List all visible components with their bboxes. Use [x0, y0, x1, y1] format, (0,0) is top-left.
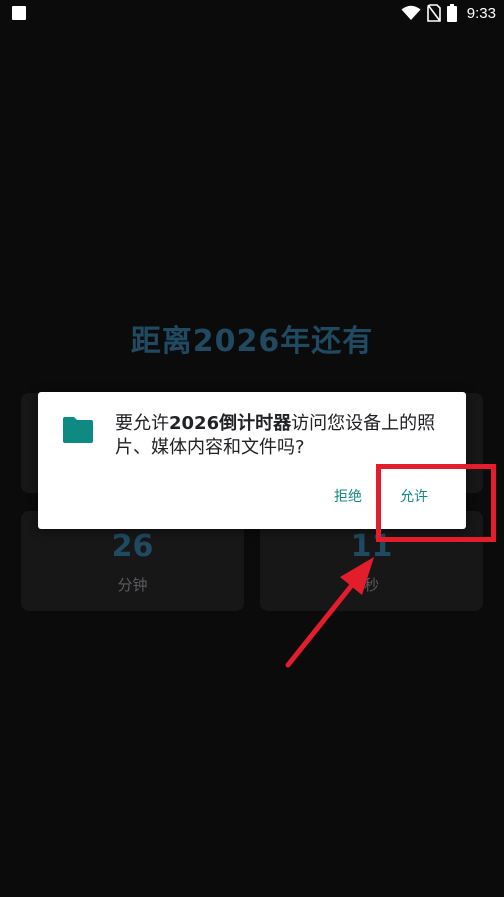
dialog-message: 要允许2026倒计时器访问您设备上的照片、媒体内容和文件吗?	[115, 412, 445, 460]
card-label: 秒	[363, 576, 379, 594]
folder-icon	[63, 417, 93, 443]
app-name: 2026倒计时器	[169, 413, 292, 434]
annotation-highlight-box	[376, 464, 496, 542]
card-label: 分钟	[117, 576, 148, 594]
no-sim-icon	[426, 4, 441, 22]
screen: 9:33 距离2026年还有 26 分钟 11 秒 要允许2026倒计时器访问您…	[0, 0, 504, 897]
status-time: 9:33	[466, 4, 496, 22]
status-bar: 9:33	[0, 0, 504, 26]
card-value: 26	[111, 529, 154, 564]
wifi-icon	[401, 5, 421, 20]
notification-square-icon	[12, 6, 26, 20]
deny-button[interactable]: 拒绝	[334, 484, 362, 508]
message-prefix: 要允许	[115, 413, 169, 434]
battery-icon	[446, 4, 457, 22]
countdown-title: 距离2026年还有	[130, 324, 374, 359]
status-icons: 9:33	[401, 3, 496, 23]
